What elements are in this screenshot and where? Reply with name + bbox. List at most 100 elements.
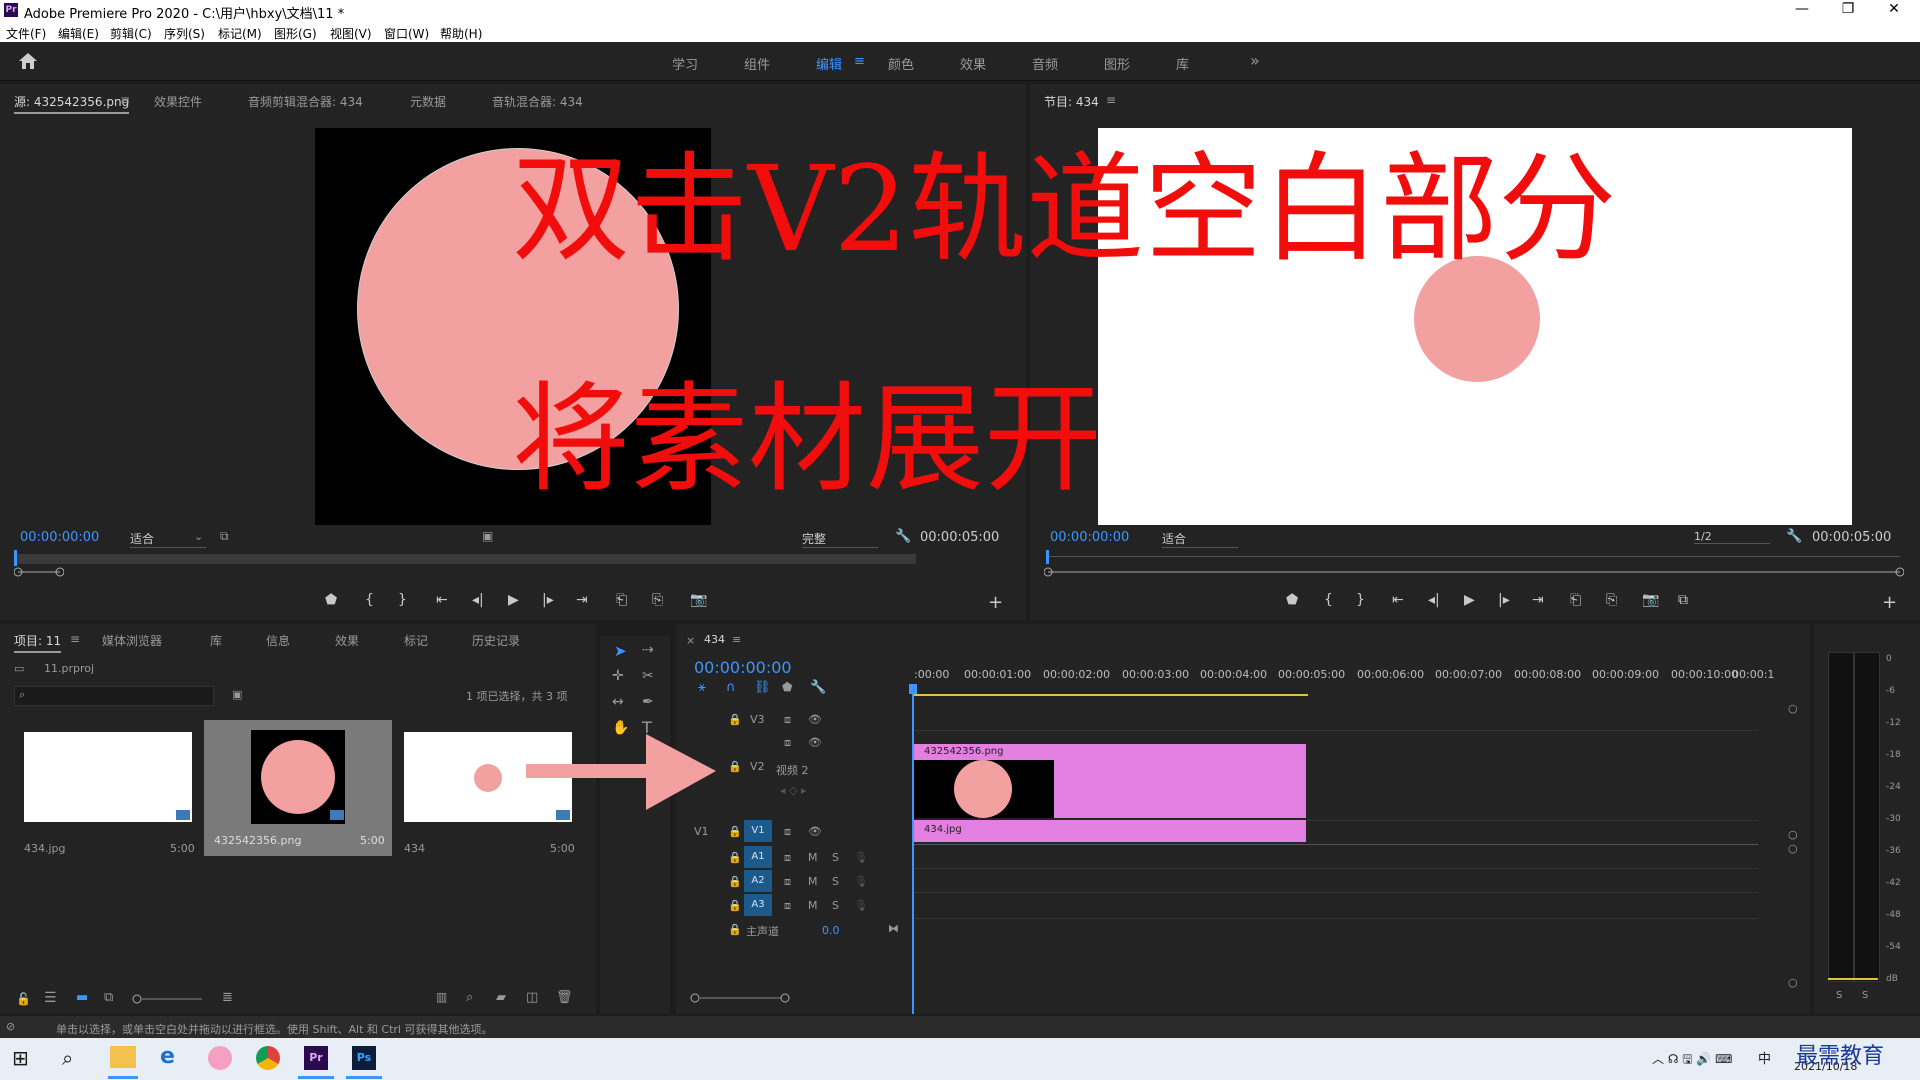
timeline-timecode[interactable]: 00:00:00:00 <box>694 658 792 677</box>
timeline-playhead[interactable] <box>912 684 914 1014</box>
workspace-assembly[interactable]: 组件 <box>744 54 770 73</box>
project-item[interactable]: 434.jpg 5:00 <box>20 728 196 855</box>
project-item-selected[interactable]: 432542356.png 5:00 <box>204 720 392 856</box>
timeline-settings-icon[interactable]: 🔧 <box>810 680 826 695</box>
go-to-out-icon[interactable]: ⇥ <box>576 592 588 608</box>
microphone-icon[interactable]: 🎙 <box>854 899 868 912</box>
project-search-input[interactable]: ⌕ <box>14 686 214 706</box>
mute-button[interactable]: M <box>808 899 818 912</box>
mark-in-icon[interactable]: { <box>1324 592 1333 608</box>
windows-start-icon[interactable]: ⊞ <box>12 1046 29 1070</box>
track-target-v1[interactable]: V1 <box>744 820 772 842</box>
icon-view-icon[interactable]: ▬ <box>76 990 88 1005</box>
home-icon[interactable] <box>18 52 38 70</box>
sequence-tab[interactable]: 434 <box>704 633 725 646</box>
tab-effect-controls[interactable]: 效果控件 <box>154 93 202 110</box>
automate-to-sequence-icon[interactable]: ▥ <box>436 990 447 1004</box>
go-to-out-icon[interactable]: ⇥ <box>1532 592 1544 608</box>
menu-graphics[interactable]: 图形(G) <box>274 25 317 42</box>
list-view-icon[interactable]: ☰ <box>44 990 57 1006</box>
clip-v1[interactable]: 434.jpg <box>914 820 1306 842</box>
menu-file[interactable]: 文件(F) <box>6 25 46 42</box>
mute-button[interactable]: M <box>808 851 818 864</box>
restore-button[interactable]: ❐ <box>1828 1 1868 17</box>
workspace-menu-icon[interactable]: ≡ <box>854 54 865 69</box>
lock-icon[interactable]: 🔒 <box>728 851 742 864</box>
camera-icon[interactable]: 📷 <box>1642 592 1659 608</box>
lock-icon[interactable]: 🔒 <box>728 825 742 838</box>
workspace-libraries[interactable]: 库 <box>1176 54 1189 73</box>
tab-project[interactable]: 项目: 11 <box>14 632 62 653</box>
track-target-a2[interactable]: A2 <box>744 870 772 892</box>
scroll-handle-icon[interactable]: ○ <box>1788 842 1798 855</box>
mark-out-icon[interactable]: } <box>1356 592 1365 608</box>
workspace-editing[interactable]: 编辑 <box>816 54 842 73</box>
tab-source-menu-icon[interactable]: ≡ <box>120 93 130 107</box>
solo-button[interactable]: S <box>832 875 839 888</box>
go-to-in-icon[interactable]: ⇤ <box>1392 592 1404 608</box>
compare-icon[interactable]: ⧉ <box>1678 592 1688 608</box>
tab-media-browser[interactable]: 媒体浏览器 <box>102 632 162 649</box>
sync-lock-icon[interactable]: ⧈ <box>784 736 791 750</box>
menu-help[interactable]: 帮助(H) <box>440 25 482 42</box>
edge-browser-icon[interactable]: e <box>160 1044 175 1069</box>
lock-icon[interactable]: 🔒 <box>728 923 742 936</box>
program-ruler[interactable] <box>1046 556 1900 557</box>
scroll-handle-icon[interactable]: ○ <box>1788 976 1798 989</box>
add-button-icon[interactable]: + <box>1882 592 1897 613</box>
clip-v2[interactable]: 432542356.png <box>914 744 1306 818</box>
lock-icon[interactable]: 🔓 <box>16 992 31 1006</box>
track-target-a3[interactable]: A3 <box>744 894 772 916</box>
workspace-more-icon[interactable]: » <box>1250 51 1260 70</box>
sync-lock-icon[interactable]: ⧈ <box>784 851 791 865</box>
program-zoom-scrollbar[interactable] <box>1044 566 1904 578</box>
program-timecode[interactable]: 00:00:00:00 <box>1050 530 1129 545</box>
sync-lock-icon[interactable]: ⧈ <box>784 875 791 889</box>
ripple-edit-tool-icon[interactable]: ✛ <box>612 668 624 684</box>
freeform-view-icon[interactable]: ⧉ <box>104 990 113 1005</box>
overwrite-icon[interactable]: ⎘ <box>652 592 663 608</box>
source-quality-select[interactable]: 完整 <box>802 530 878 548</box>
tab-audio-clip-mixer[interactable]: 音频剪辑混合器: 434 <box>248 93 363 110</box>
sort-icon[interactable]: ≣ <box>222 990 233 1005</box>
add-marker-icon[interactable]: ⬟ <box>325 592 337 608</box>
add-button-icon[interactable]: + <box>988 592 1003 613</box>
source-scrubber[interactable] <box>16 554 916 564</box>
tab-effects[interactable]: 效果 <box>335 632 359 649</box>
find-icon[interactable]: ⌕ <box>466 990 473 1005</box>
lock-icon[interactable]: 🔒 <box>728 875 742 888</box>
solo-button[interactable]: S <box>832 851 839 864</box>
menu-marker[interactable]: 标记(M) <box>218 25 262 42</box>
trash-icon[interactable]: 🗑 <box>556 990 573 1005</box>
play-icon[interactable]: ▶ <box>508 592 519 608</box>
new-bin-from-search-icon[interactable]: ▣ <box>232 688 242 701</box>
program-menu-icon[interactable]: ≡ <box>1106 93 1116 107</box>
workspace-effects[interactable]: 效果 <box>960 54 986 73</box>
tab-markers[interactable]: 标记 <box>404 632 428 649</box>
eye-icon[interactable]: 👁 <box>808 736 822 749</box>
program-fit-select[interactable]: 适合 <box>1162 530 1238 548</box>
insert-icon[interactable]: ⎗ <box>616 592 627 608</box>
photoshop-taskbar-icon[interactable]: Ps <box>352 1046 376 1070</box>
eye-icon[interactable]: 👁 <box>808 825 822 838</box>
wrench-icon[interactable]: 🔧 <box>895 529 911 544</box>
snap-icon[interactable]: ∩ <box>726 680 736 695</box>
extract-icon[interactable]: ⎘ <box>1606 592 1617 608</box>
tab-history[interactable]: 历史记录 <box>472 632 520 649</box>
minimize-button[interactable]: — <box>1782 1 1822 17</box>
tab-project-menu-icon[interactable]: ≡ <box>70 632 80 646</box>
sync-lock-icon[interactable]: ⧈ <box>784 899 791 913</box>
nest-icon[interactable]: ⚹ <box>698 680 706 695</box>
mark-out-icon[interactable]: } <box>398 592 407 608</box>
settings-icon[interactable]: ▣ <box>482 529 493 543</box>
go-to-in-icon[interactable]: ⇤ <box>436 592 448 608</box>
file-explorer-icon[interactable] <box>110 1046 136 1068</box>
sequence-menu-icon[interactable]: ≡ <box>732 633 741 646</box>
step-back-icon[interactable]: ◂| <box>472 592 484 608</box>
lock-icon[interactable]: 🔒 <box>728 899 742 912</box>
microphone-icon[interactable]: 🎙 <box>854 875 868 888</box>
tab-source[interactable]: 源: 432542356.png <box>14 93 130 114</box>
lock-icon[interactable]: 🔒 <box>728 713 742 726</box>
close-sequence-icon[interactable]: × <box>686 634 695 647</box>
zoom-slider[interactable] <box>132 994 204 1004</box>
